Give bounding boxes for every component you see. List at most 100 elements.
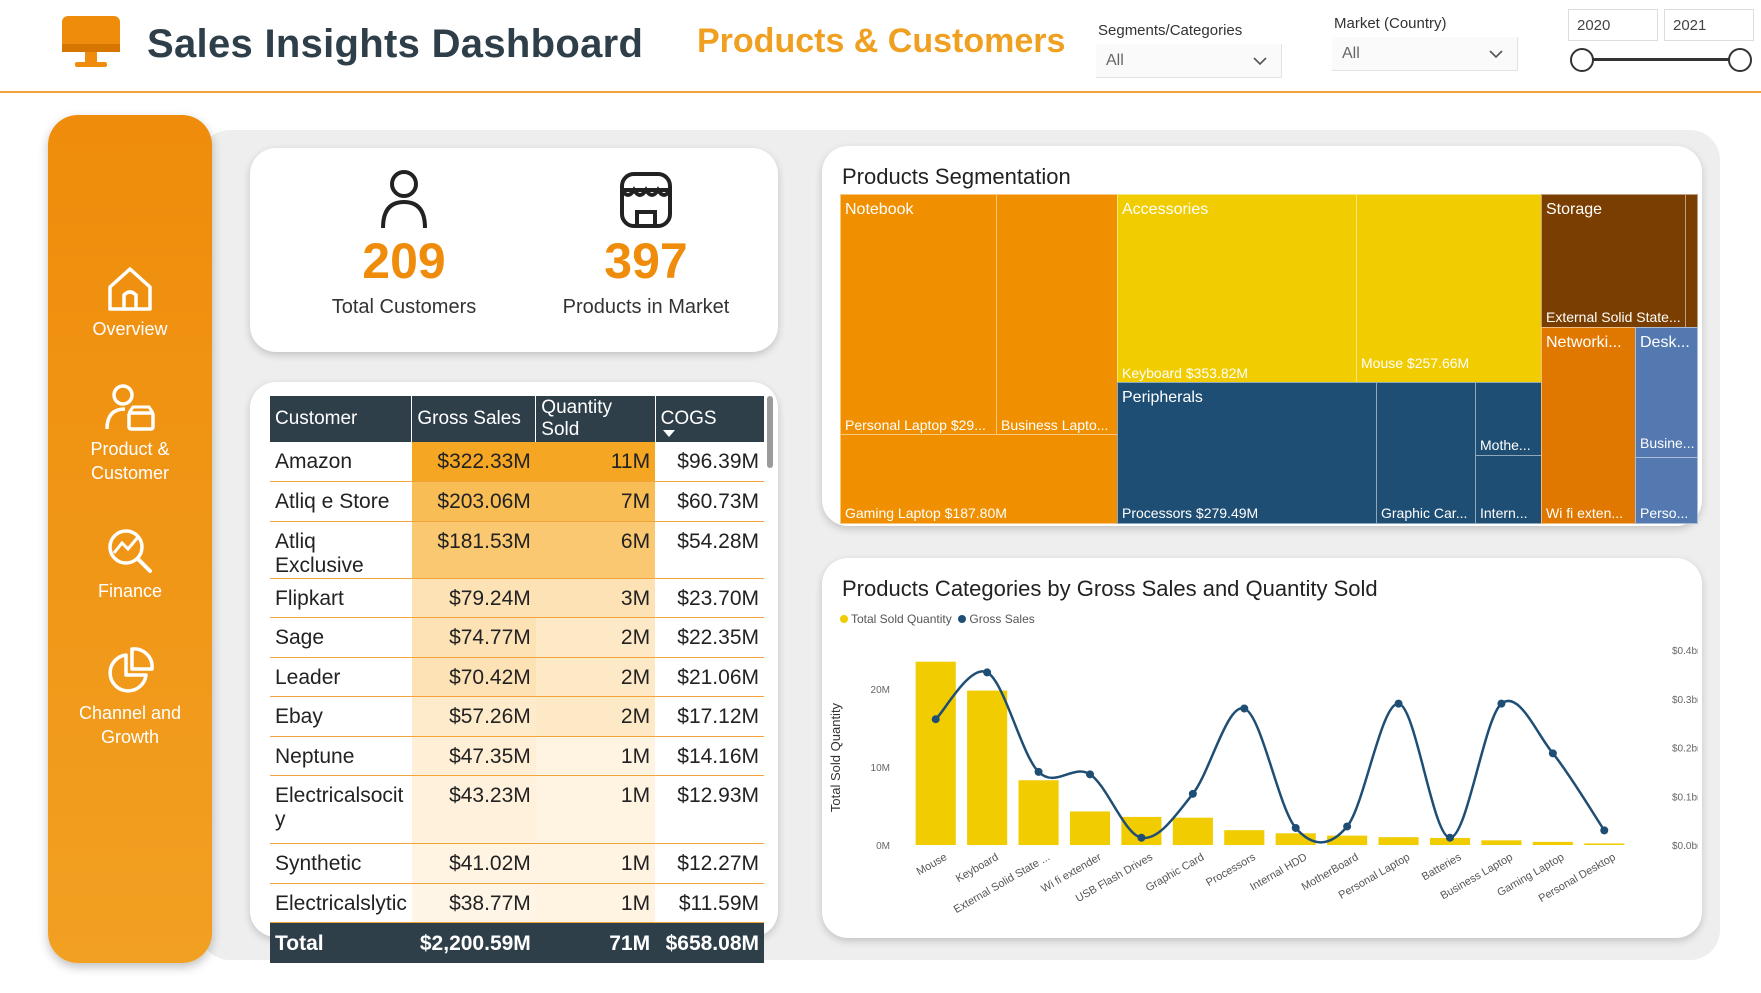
legend-dot-quantity — [840, 615, 848, 623]
legend-label-gross-sales: Gross Sales — [969, 612, 1035, 626]
cell-quantity-sold: 2M — [535, 617, 656, 658]
header-bar: Sales Insights Dashboard Products & Cust… — [0, 0, 1761, 93]
table-row[interactable]: Neptune $47.35M 1M $14.16M — [270, 736, 764, 776]
treemap-tile-label: Personal Laptop $29... — [845, 417, 986, 433]
point-gross-sales — [1394, 699, 1403, 708]
cell-quantity-sold: 1M — [535, 736, 656, 776]
column-header-cogs[interactable]: COGS — [654, 396, 764, 442]
year-slider-start-handle[interactable] — [1570, 48, 1594, 72]
market-filter-label: Market (Country) — [1334, 15, 1447, 32]
table-row[interactable]: Ebay $57.26M 2M $17.12M — [270, 696, 764, 737]
sort-descending-icon — [662, 430, 675, 437]
cell-customer: Sage — [270, 617, 412, 658]
table-row[interactable]: Leader $70.42M 2M $21.06M — [270, 657, 764, 697]
treemap-tile-wifi-extender[interactable]: Networki... Wi fi exten... — [1541, 327, 1636, 524]
table-row[interactable]: Atliq e Store $203.06M 7M $60.73M — [270, 481, 764, 522]
kpi-card: 209 Total Customers 397 Products in Mark… — [250, 148, 778, 352]
treemap-tile-keyboard[interactable]: Accessories Keyboard $353.82M — [1117, 194, 1357, 384]
treemap-tile-label: Perso... — [1640, 505, 1689, 521]
total-value: $658.08M — [655, 922, 764, 963]
cell-cogs: $12.93M — [655, 775, 764, 844]
treemap-tile-label: Business Lapto... — [1001, 417, 1109, 433]
treemap-tile-processors[interactable]: Peripherals Processors $279.49M — [1117, 382, 1377, 524]
point-gross-sales — [1086, 770, 1094, 779]
treemap-tile-gaming-laptop[interactable]: Gaming Laptop $187.80M — [840, 434, 1118, 524]
sidebar-item-product-customer[interactable]: Product & Customer — [48, 383, 212, 485]
home-icon — [108, 267, 152, 311]
person-store-icon — [105, 384, 155, 431]
table-row[interactable]: Electricalslytic $38.77M 1M $11.59M — [270, 883, 764, 923]
cell-cogs: $60.73M — [655, 481, 764, 522]
cell-gross-sales: $41.02M — [411, 843, 536, 884]
cell-customer: Neptune — [270, 736, 412, 776]
treemap-tile-label: Wi fi exten... — [1546, 505, 1624, 521]
treemap-tile-personal-desktop[interactable]: Perso... — [1635, 457, 1698, 524]
point-gross-sales — [1137, 833, 1146, 842]
treemap-tile-business-desktop[interactable]: Desk... Busine... — [1635, 327, 1698, 458]
y2-tick-label: $0.1bn — [1672, 792, 1698, 803]
legend-label-quantity: Total Sold Quantity — [851, 612, 952, 626]
table-row[interactable]: Electricalsocit y $43.23M 1M $12.93M — [270, 775, 764, 844]
column-header-gross-sales[interactable]: Gross Sales — [411, 396, 536, 442]
person-icon — [381, 170, 427, 229]
treemap-tile-mouse[interactable]: Mouse $257.66M — [1356, 194, 1542, 384]
y2-tick-label: $0.3bn — [1672, 695, 1698, 706]
year-from-input[interactable]: 2020 — [1568, 9, 1658, 41]
cell-cogs: $22.35M — [655, 617, 764, 658]
cell-quantity-sold: 11M — [535, 442, 656, 482]
chart-search-icon — [108, 529, 152, 573]
table-scrollbar[interactable] — [767, 396, 773, 468]
point-gross-sales — [1548, 749, 1557, 758]
x-tick-label: Keyboard — [954, 851, 1001, 885]
cell-cogs: $12.27M — [655, 843, 764, 884]
bar-total-sold-quantity — [915, 661, 956, 845]
treemap-tile-external-ssd[interactable]: Storage External Solid State... — [1541, 194, 1686, 328]
table-row[interactable]: Atliq Exclusive $181.53M 6M $54.28M — [270, 521, 764, 579]
bar-total-sold-quantity — [1481, 840, 1522, 845]
year-slider-end-handle[interactable] — [1728, 48, 1752, 72]
table-row[interactable]: Flipkart $79.24M 3M $23.70M — [270, 578, 764, 618]
cell-gross-sales: $181.53M — [411, 521, 536, 579]
pie-chart-icon — [108, 647, 154, 693]
products-treemap: Notebook Personal Laptop $29... Business… — [840, 194, 1698, 524]
sidebar-item-channel-growth[interactable]: Channel and Growth — [48, 645, 212, 749]
sidebar-item-label: Product & Customer — [90, 439, 170, 483]
year-to-input[interactable]: 2021 — [1664, 9, 1754, 41]
column-header-customer[interactable]: Customer — [270, 396, 412, 442]
total-value: $2,200.59M — [411, 922, 536, 963]
cell-customer: Atliq e Store — [270, 481, 412, 522]
treemap-tile-motherboard[interactable]: Mothe... — [1475, 382, 1542, 456]
point-gross-sales — [1240, 704, 1249, 713]
cell-customer: Electricalsocit y — [270, 775, 412, 844]
table-row[interactable]: Synthetic $41.02M 1M $12.27M — [270, 843, 764, 884]
column-header-quantity-sold[interactable]: Quantity Sold — [535, 396, 656, 442]
cell-gross-sales: $57.26M — [411, 696, 536, 737]
bar-total-sold-quantity — [1378, 837, 1419, 845]
treemap-tile-label: Intern... — [1480, 505, 1528, 521]
year-slider-track[interactable] — [1582, 58, 1742, 61]
sidebar-item-overview[interactable]: Overview — [48, 263, 212, 341]
sidebar-item-finance[interactable]: Finance — [48, 525, 212, 603]
cell-quantity-sold: 3M — [535, 578, 656, 618]
market-dropdown[interactable]: All — [1332, 37, 1518, 71]
treemap-tile-label: Gaming Laptop $187.80M — [845, 505, 1007, 521]
total-customers-kpi: 209 Total Customers — [290, 168, 518, 319]
treemap-category-storage: Storage — [1546, 201, 1603, 218]
x-tick-label: Graphic Card — [1144, 851, 1207, 894]
cell-quantity-sold: 1M — [535, 775, 656, 844]
treemap-tile-internal-hdd[interactable]: Intern... — [1475, 455, 1542, 524]
chevron-down-icon — [1489, 50, 1503, 59]
segments-dropdown[interactable]: All — [1096, 44, 1282, 78]
bar-total-sold-quantity — [967, 690, 1008, 845]
cell-gross-sales: $43.23M — [411, 775, 536, 844]
store-icon — [620, 172, 672, 228]
treemap-tile-personal-laptop[interactable]: Notebook Personal Laptop $29... — [840, 194, 998, 436]
table-row[interactable]: Sage $74.77M 2M $22.35M — [270, 617, 764, 658]
sidebar-item-label: Channel and Growth — [78, 703, 182, 747]
treemap-tile-graphic-card[interactable]: Graphic Car... — [1376, 382, 1476, 524]
treemap-tile-business-laptop[interactable]: Business Lapto... — [996, 194, 1118, 436]
point-gross-sales — [983, 668, 992, 677]
combo-chart-plot: 0M 10M 20M $0.0bn $0.1bn $0.2bn $0.3bn $0.4bn To… — [830, 646, 1698, 916]
table-row[interactable]: Amazon $322.33M 11M $96.39M — [270, 442, 764, 482]
treemap-tile-storage-other[interactable] — [1685, 194, 1698, 328]
